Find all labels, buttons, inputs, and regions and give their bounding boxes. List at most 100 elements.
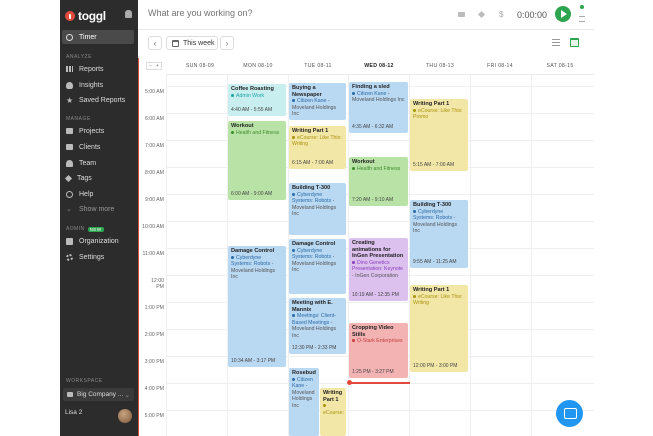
- entry-title: Creating animations for InGen Presentati…: [352, 240, 404, 260]
- workspace-selector[interactable]: Big Company ... ⌄: [63, 388, 134, 401]
- hour-line: [166, 221, 594, 222]
- project-icon[interactable]: [458, 12, 465, 17]
- entry-title: Buying a Newspaper: [292, 85, 322, 98]
- time-entry[interactable]: Writing Part 1 eCourse:: [320, 388, 346, 436]
- workspace-name: Big Company ...: [77, 391, 124, 398]
- day-divider: [470, 74, 471, 436]
- time-entry[interactable]: Writing Part 1 eCourse: Like This: Promo…: [410, 99, 468, 171]
- bell-icon[interactable]: [125, 10, 132, 18]
- chat-button[interactable]: [556, 400, 583, 427]
- bulb-icon: [66, 81, 73, 89]
- chevron-down-icon: ⌄: [66, 205, 72, 213]
- star-icon: ★: [66, 95, 74, 105]
- toggl-logo[interactable]: toggl: [65, 9, 106, 23]
- sidebar-item-saved-reports[interactable]: ★ Saved Reports: [62, 93, 134, 107]
- hour-label: 7:00 AM: [144, 143, 164, 149]
- time-entry[interactable]: Writing Part 1 eCourse: Like This: Writi…: [289, 126, 346, 169]
- sidebar-item-reports[interactable]: Reports: [62, 62, 134, 76]
- sidebar-item-timer[interactable]: Timer: [62, 30, 134, 44]
- start-timer-button[interactable]: [555, 6, 571, 22]
- timer-mode-icon[interactable]: [580, 5, 584, 9]
- entry-project: Cyberdyne Systems: Robots - Moveland Hol…: [413, 209, 465, 235]
- calendar-view-icon[interactable]: [570, 38, 579, 47]
- time-entry[interactable]: Buying a Newspaper Citizen Kane - Movela…: [289, 83, 346, 120]
- time-entry[interactable]: Finding a sled Citizen Kane - Moveland H…: [349, 82, 408, 133]
- sidebar-item-label: Help: [79, 190, 94, 198]
- project-dot: [292, 314, 295, 318]
- time-entry[interactable]: Meeting with E. Mannix Meetings: Client-…: [289, 298, 346, 354]
- prev-week-button[interactable]: ‹: [148, 36, 162, 50]
- avatar[interactable]: [118, 409, 132, 423]
- time-entry[interactable]: Coffee Roasting Admin Work 4:40 AM - 5:5…: [228, 84, 286, 116]
- entry-title: Meeting with E. Mannix: [292, 300, 333, 313]
- day-header[interactable]: SUN 08-09: [172, 63, 228, 69]
- section-workspace: WORKSPACE: [66, 378, 103, 384]
- time-entry[interactable]: Workout Health and Fitness 7:20 AM - 9:1…: [349, 157, 408, 206]
- sidebar-item-help[interactable]: Help: [62, 187, 134, 201]
- entry-title: Writing Part 1: [413, 101, 450, 107]
- billable-icon[interactable]: $: [499, 10, 506, 19]
- day-header[interactable]: MON 08-10: [228, 63, 288, 69]
- time-entry[interactable]: Rosebud Citizen Kane - Moveland Holdings…: [289, 368, 319, 436]
- calendar-grid: − + SUN 08-09 MON 08-10 TUE 08-11 WED 08…: [138, 58, 594, 436]
- hour-label: 8:00 AM: [144, 170, 164, 176]
- entry-project: Cyberdyne Systems: Robots - Moveland Hol…: [292, 248, 343, 274]
- bar-chart-icon: [66, 66, 73, 72]
- hour-label: 9:00 AM: [144, 197, 164, 203]
- time-entry[interactable]: Building T-300 Cyberdyne Systems: Robots…: [289, 183, 346, 235]
- project-dot: [292, 192, 295, 196]
- sidebar-item-tags[interactable]: Tags: [62, 171, 134, 185]
- time-entry[interactable]: Damage Control Cyberdyne Systems: Robots…: [289, 239, 346, 294]
- entry-project: Dino Genetics Presentation: Keynote - In…: [352, 260, 405, 280]
- day-header[interactable]: SAT 08-15: [530, 63, 590, 69]
- entry-title: Workout: [231, 123, 254, 129]
- sidebar-item-insights[interactable]: Insights: [62, 78, 134, 92]
- day-header[interactable]: FRI 08-14: [470, 63, 530, 69]
- sidebar-item-team[interactable]: Team: [62, 156, 134, 170]
- sidebar-item-label: Tags: [77, 174, 92, 182]
- next-week-button[interactable]: ›: [220, 36, 234, 50]
- sidebar-item-projects[interactable]: Projects: [62, 124, 134, 138]
- section-analyze: ANALYZE: [66, 54, 92, 60]
- current-time-line: [350, 382, 410, 384]
- zoom-out-button[interactable]: −: [149, 63, 152, 69]
- sidebar-item-settings[interactable]: Settings: [62, 250, 134, 264]
- briefcase-icon: [66, 144, 73, 150]
- entry-project-label: Cyberdyne Systems: Robots: [413, 208, 453, 222]
- sidebar-item-show-more[interactable]: ⌄ Show more: [62, 202, 134, 216]
- zoom-in-button[interactable]: +: [156, 63, 159, 69]
- project-dot: [352, 339, 355, 343]
- entry-title: Coffee Roasting: [231, 86, 274, 92]
- entry-title: Cropping Video Stills: [352, 325, 394, 338]
- time-entry[interactable]: Building T-300 Cyberdyne Systems: Robots…: [410, 200, 468, 268]
- sidebar-item-organization[interactable]: Organization: [62, 234, 134, 248]
- header-divider: [166, 74, 594, 75]
- user-menu[interactable]: Lisa 2: [63, 409, 134, 427]
- day-header[interactable]: WED 08-12: [348, 63, 410, 69]
- day-header[interactable]: TUE 08-11: [288, 63, 348, 69]
- tag-icon[interactable]: [477, 10, 486, 19]
- time-entry[interactable]: Writing Part 1 eCourse: Like This: Writi…: [410, 285, 468, 372]
- manual-mode-icon[interactable]: [579, 16, 585, 22]
- sidebar-item-label: Saved Reports: [79, 96, 126, 104]
- day-header[interactable]: THU 08-13: [410, 63, 470, 69]
- entry-project-label: O-Stark Enterprises: [357, 338, 403, 345]
- list-view-icon[interactable]: [552, 39, 560, 46]
- entry-project-label: Dino Genetics Presentation: Keynote: [352, 259, 404, 273]
- time-entry[interactable]: Damage Control Cyberdyne Systems: Robots…: [228, 246, 286, 367]
- help-icon: [66, 190, 73, 198]
- entry-project-label: Cyberdyne Systems: Robots: [292, 247, 332, 261]
- project-dot: [231, 255, 234, 259]
- sidebar-item-label: Team: [79, 159, 97, 167]
- zoom-control[interactable]: − +: [146, 62, 162, 70]
- sidebar-item-clients[interactable]: Clients: [62, 140, 134, 154]
- description-input[interactable]: [148, 8, 348, 18]
- entry-project: Admin Work: [231, 93, 283, 100]
- time-entry[interactable]: Creating animations for InGen Presentati…: [349, 238, 408, 301]
- time-entry[interactable]: Cropping Video Stills O-Stark Enterprise…: [349, 323, 408, 378]
- entry-time: 6:15 AM - 7:00 AM: [292, 160, 334, 167]
- time-entry[interactable]: Workout Health and Fitness 6:00 AM - 9:0…: [228, 121, 286, 200]
- entry-project-label: Citizen Kane: [297, 98, 327, 105]
- week-selector[interactable]: This week: [166, 36, 218, 50]
- sidebar-item-label: Organization: [79, 237, 119, 245]
